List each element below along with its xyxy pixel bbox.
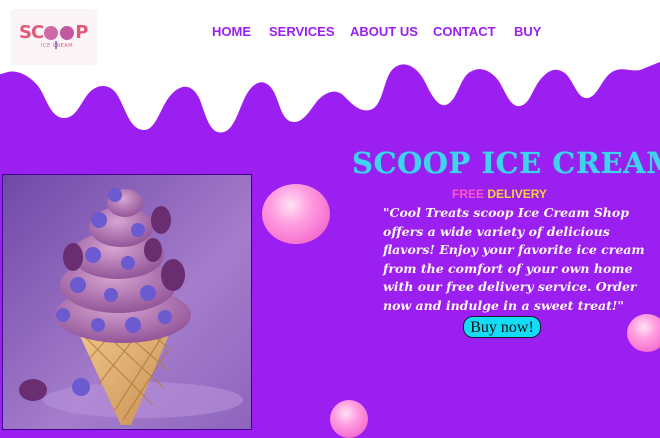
- nav-about-us[interactable]: ABOUT US: [350, 24, 418, 39]
- badge-delivery-text: DELIVERY: [487, 187, 547, 201]
- ice-cream-cone-illustration: [3, 175, 251, 429]
- ice-cream-cone-photo: [2, 174, 252, 430]
- nav-contact[interactable]: CONTACT: [433, 24, 496, 39]
- decorative-bubble: [330, 400, 368, 438]
- hero-title: SCOOP ICE CREAM: [352, 146, 660, 180]
- nav-services[interactable]: SERVICES: [269, 24, 335, 39]
- logo-subtext: ICE CREAM: [41, 43, 74, 49]
- buy-now-button[interactable]: Buy now!: [463, 316, 541, 338]
- nav-home[interactable]: HOME: [212, 24, 251, 39]
- free-delivery-badge: FREE DELIVERY: [452, 187, 547, 201]
- nav-buy[interactable]: BUY: [514, 24, 541, 39]
- decorative-bubble: [262, 184, 330, 244]
- scoop-o-icon: [44, 26, 59, 40]
- badge-free-text: FREE: [452, 187, 485, 201]
- decorative-bubble: [627, 314, 660, 352]
- logo-wordmark: SC P: [19, 22, 88, 43]
- brand-logo[interactable]: SC P ICE CREAM: [11, 9, 97, 65]
- hero-description: "Cool Treats scoop Ice Cream Shop offers…: [383, 205, 645, 313]
- scoop-o-icon: [60, 26, 75, 40]
- dripping-cream-banner: [0, 0, 660, 133]
